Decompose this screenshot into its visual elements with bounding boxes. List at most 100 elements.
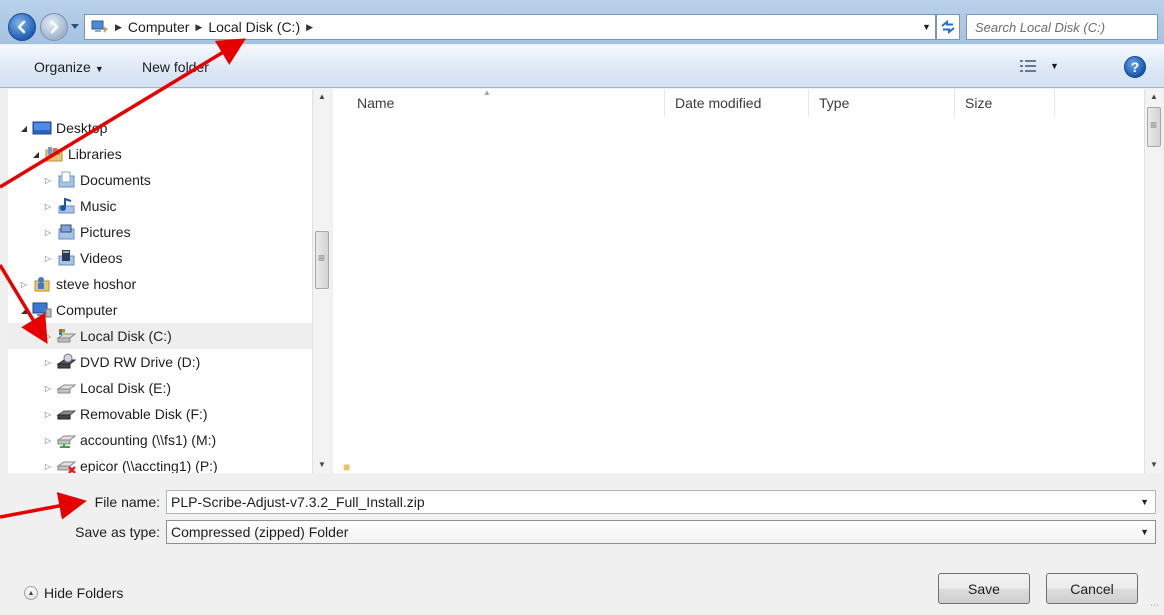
- breadcrumb[interactable]: ▶ Computer ▶ Local Disk (C:) ▶: [84, 14, 920, 40]
- column-label: Date modified: [675, 95, 762, 111]
- expanded-triangle-icon[interactable]: ◢: [18, 306, 30, 315]
- column-header-size[interactable]: Size: [955, 89, 1055, 117]
- collapsed-triangle-icon[interactable]: ▷: [42, 462, 54, 471]
- search-input[interactable]: [973, 18, 1155, 36]
- search-box[interactable]: [966, 14, 1158, 40]
- save-as-dialog: ▶ Computer ▶ Local Disk (C:) ▶ ▼ Organiz…: [0, 0, 1164, 615]
- arrow-right-icon: [50, 20, 59, 34]
- chevron-right-icon[interactable]: ▶: [306, 22, 313, 33]
- chevron-down-icon[interactable]: ▼: [1140, 527, 1149, 537]
- collapsed-triangle-icon[interactable]: ▷: [42, 384, 54, 393]
- column-header-name[interactable]: Name ▲: [333, 89, 665, 117]
- collapsed-triangle-icon[interactable]: ▷: [42, 176, 54, 185]
- expanded-triangle-icon[interactable]: ◢: [30, 150, 42, 159]
- arrow-left-icon: [17, 20, 26, 34]
- refresh-icon: [941, 20, 955, 34]
- file-name-value[interactable]: PLP-Scribe-Adjust-v7.3.2_Full_Install.zi…: [171, 494, 425, 510]
- tree-item-label: steve hoshor: [56, 276, 137, 292]
- back-button[interactable]: [8, 13, 36, 41]
- file-list-body[interactable]: [343, 117, 911, 461]
- scrollbar-thumb[interactable]: [1147, 107, 1161, 147]
- navigation-pane: ◢ Desktop ◢ Libraries ▷ Documents ▷ Musi…: [8, 89, 330, 473]
- expanded-triangle-icon[interactable]: ◢: [18, 124, 30, 133]
- hard-drive-icon: [56, 379, 76, 397]
- tree-item-dvd-rw-drive-d[interactable]: ▷ DVD RW Drive (D:): [8, 349, 314, 375]
- scroll-down-arrow-icon[interactable]: ▼: [1145, 457, 1163, 473]
- tree-item-local-disk-c[interactable]: ▷ Local Disk (C:): [8, 323, 314, 349]
- view-list-icon: [1020, 60, 1036, 72]
- tree-item-computer[interactable]: ◢ Computer: [8, 297, 314, 323]
- new-folder-button[interactable]: New folder: [142, 59, 209, 75]
- tree-item-label: Local Disk (C:): [80, 328, 172, 344]
- videos-icon: [56, 249, 76, 267]
- chevron-down-icon[interactable]: ▼: [1140, 497, 1149, 507]
- tree-item-label: Computer: [56, 302, 118, 318]
- collapsed-triangle-icon[interactable]: ▷: [42, 410, 54, 419]
- disconnected-network-drive-icon: [56, 457, 76, 473]
- file-list-scrollbar[interactable]: ▲ ▼: [1144, 89, 1162, 473]
- list-item[interactable]: ■: [343, 457, 903, 473]
- hide-folders-button[interactable]: ▲ Hide Folders: [24, 585, 123, 601]
- forward-button[interactable]: [40, 13, 68, 41]
- pictures-icon: [56, 223, 76, 241]
- desktop-icon: [32, 119, 52, 137]
- tree-item-label: epicor (\\accting1) (P:): [80, 458, 218, 473]
- breadcrumb-local-disk-c[interactable]: Local Disk (C:): [208, 19, 300, 35]
- save-type-value[interactable]: Compressed (zipped) Folder: [171, 524, 348, 540]
- tree-item-local-disk-e[interactable]: ▷ Local Disk (E:): [8, 375, 314, 401]
- tree-item-videos[interactable]: ▷ Videos: [8, 245, 314, 271]
- file-name-field[interactable]: PLP-Scribe-Adjust-v7.3.2_Full_Install.zi…: [166, 490, 1156, 514]
- save-type-label: Save as type:: [75, 524, 160, 540]
- tree-item-desktop[interactable]: ◢ Desktop: [8, 115, 314, 141]
- address-bar: ▶ Computer ▶ Local Disk (C:) ▶ ▼: [0, 0, 1164, 44]
- resize-grip-icon[interactable]: ⋯: [1150, 600, 1159, 611]
- collapsed-triangle-icon[interactable]: ▷: [42, 436, 54, 445]
- chevron-right-icon[interactable]: ▶: [195, 22, 202, 33]
- tree-item-label: Desktop: [56, 120, 108, 136]
- save-button[interactable]: Save: [938, 573, 1030, 604]
- system-drive-icon: [56, 327, 76, 345]
- column-label: Type: [819, 95, 850, 111]
- tree-item-label: Music: [80, 198, 117, 214]
- file-name-row: File name: PLP-Scribe-Adjust-v7.3.2_Full…: [0, 490, 1164, 514]
- tree-item-label: Removable Disk (F:): [80, 406, 208, 422]
- change-view-button[interactable]: ▼: [1020, 59, 1059, 73]
- tree-item-libraries[interactable]: ◢ Libraries: [8, 141, 314, 167]
- removable-drive-icon: [56, 405, 76, 423]
- file-list: Name ▲ Date modified Type Size ■: [333, 89, 1144, 473]
- recent-pages-dropdown-icon[interactable]: [71, 22, 79, 30]
- column-header-date-modified[interactable]: Date modified: [665, 89, 809, 117]
- breadcrumb-computer[interactable]: Computer: [128, 19, 189, 35]
- collapsed-triangle-icon[interactable]: ▷: [42, 228, 54, 237]
- scroll-up-arrow-icon[interactable]: ▲: [1145, 89, 1163, 105]
- scrollbar-thumb[interactable]: [315, 231, 329, 289]
- caret-down-icon: ▼: [94, 64, 104, 74]
- collapsed-triangle-icon[interactable]: ▷: [42, 358, 54, 367]
- tree-item-epicor-p[interactable]: ▷ epicor (\\accting1) (P:): [8, 453, 314, 473]
- organize-button[interactable]: Organize ▼: [34, 59, 104, 75]
- collapsed-triangle-icon[interactable]: ▷: [42, 332, 54, 341]
- organize-label: Organize: [34, 59, 91, 75]
- tree-item-documents[interactable]: ▷ Documents: [8, 167, 314, 193]
- save-type-select[interactable]: Compressed (zipped) Folder ▼: [166, 520, 1156, 544]
- column-header-type[interactable]: Type: [809, 89, 955, 117]
- navigation-scrollbar[interactable]: ▲ ▼: [312, 89, 330, 473]
- collapsed-triangle-icon[interactable]: ▷: [42, 202, 54, 211]
- tree-item-steve-hoshor[interactable]: ▷ steve hoshor: [8, 271, 314, 297]
- network-drive-icon: [56, 431, 76, 449]
- tree-item-removable-disk-f[interactable]: ▷ Removable Disk (F:): [8, 401, 314, 427]
- dvd-drive-icon: [56, 353, 76, 371]
- scroll-down-arrow-icon[interactable]: ▼: [313, 457, 331, 473]
- collapsed-triangle-icon[interactable]: ▷: [42, 254, 54, 263]
- tree-item-pictures[interactable]: ▷ Pictures: [8, 219, 314, 245]
- cancel-button[interactable]: Cancel: [1046, 573, 1138, 604]
- tree-item-accounting-m[interactable]: ▷ accounting (\\fs1) (M:): [8, 427, 314, 453]
- file-name-label: File name:: [94, 494, 160, 510]
- scroll-up-arrow-icon[interactable]: ▲: [313, 89, 331, 105]
- tree-item-music[interactable]: ▷ Music: [8, 193, 314, 219]
- collapsed-triangle-icon[interactable]: ▷: [18, 280, 30, 289]
- computer-location-icon: [91, 20, 108, 33]
- address-history-dropdown[interactable]: ▼: [918, 14, 936, 40]
- help-button[interactable]: ?: [1124, 56, 1146, 78]
- refresh-button[interactable]: [936, 14, 960, 40]
